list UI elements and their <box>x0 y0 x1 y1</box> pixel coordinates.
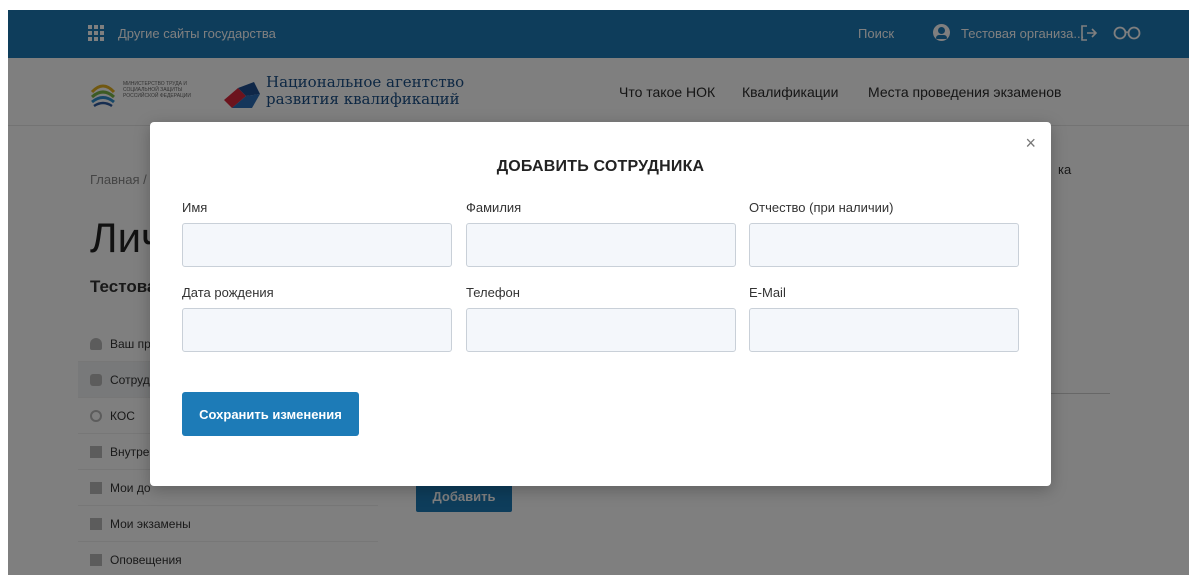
last-name-field[interactable] <box>466 223 736 267</box>
phone-field[interactable] <box>466 308 736 352</box>
birth-date-label: Дата рождения <box>182 285 274 300</box>
save-button[interactable]: Сохранить изменения <box>182 392 359 436</box>
last-name-label: Фамилия <box>466 200 522 215</box>
close-icon[interactable]: × <box>1025 134 1036 152</box>
patronymic-label: Отчество (при наличии) <box>749 200 894 215</box>
first-name-label: Имя <box>182 200 208 215</box>
modal-title: ДОБАВИТЬ СОТРУДНИКА <box>496 158 705 175</box>
browser-frame: Другие сайты государства Поиск Тестовая … <box>8 10 1189 575</box>
patronymic-field[interactable] <box>749 223 1019 267</box>
phone-label: Телефон <box>466 285 520 300</box>
birth-date-field[interactable] <box>182 308 452 352</box>
add-employee-modal: × ДОБАВИТЬ СОТРУДНИКА Имя Фамилия Отчест… <box>150 122 1051 486</box>
first-name-field[interactable] <box>182 223 452 267</box>
email-label: E-Mail <box>749 285 786 300</box>
email-field[interactable] <box>749 308 1019 352</box>
